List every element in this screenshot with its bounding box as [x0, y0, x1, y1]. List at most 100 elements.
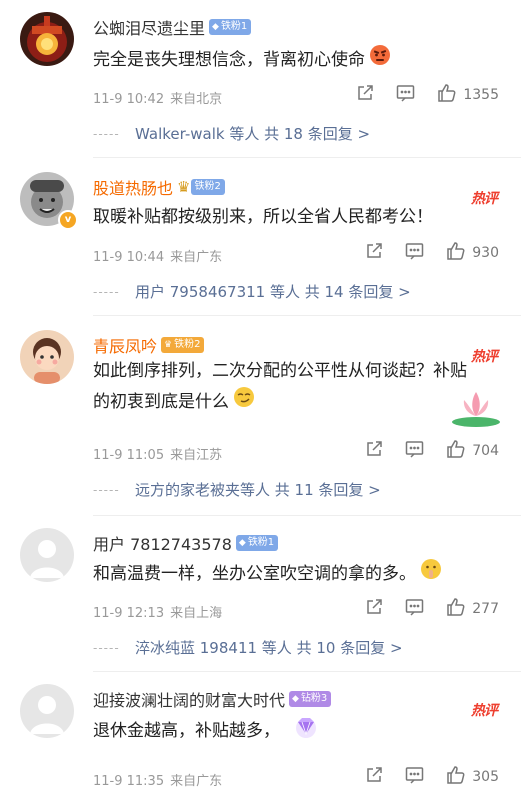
comment-actions: 704	[365, 440, 499, 462]
like-button[interactable]: 930	[446, 241, 499, 265]
username[interactable]: 用户 7812743578	[93, 531, 232, 555]
share-button[interactable]	[365, 766, 383, 788]
comment-actions: 277	[365, 598, 499, 620]
comment-text: 如此倒序排列，二次分配的公平性从何谈起？补贴的初衷到底是什么	[93, 356, 483, 418]
share-icon	[365, 598, 383, 620]
timestamp: 11-9 10:44	[93, 250, 165, 265]
location: 来自广东	[170, 250, 223, 265]
verified-icon: v	[58, 210, 78, 230]
fan-badge-label: 铁粉1	[220, 21, 248, 32]
divider	[93, 515, 521, 516]
avatar[interactable]	[20, 330, 74, 384]
comment-button[interactable]	[405, 766, 424, 788]
lotus-sticker	[449, 384, 503, 432]
angry-face-icon	[369, 44, 391, 76]
avatar[interactable]	[20, 684, 74, 738]
fan-badge[interactable]: ◆ 钻粉3	[289, 691, 332, 707]
comment-text: 取暖补贴都按级别来，所以全省人民都考公！	[93, 207, 433, 227]
comment-text-content: 和高温费一样，坐办公室吹空调的拿的多。	[93, 564, 416, 584]
comment-icon	[405, 766, 424, 788]
comment-icon	[405, 598, 424, 620]
username[interactable]: 公蜘泪尽遗尘里	[93, 15, 205, 39]
fan-badge[interactable]: ◆ 铁粉1	[209, 19, 252, 35]
like-button[interactable]: 305	[446, 765, 499, 789]
like-count: 277	[472, 601, 499, 617]
username[interactable]: 股道热肠也	[93, 175, 173, 199]
location: 来自北京	[170, 92, 223, 107]
fan-badge[interactable]: 铁粉2	[191, 179, 225, 195]
like-button[interactable]: 704	[446, 439, 499, 463]
divider	[93, 671, 521, 672]
divider	[93, 157, 521, 158]
location: 来自上海	[170, 606, 223, 621]
avatar[interactable]	[20, 12, 74, 66]
fan-badge-label: 铁粉2	[174, 339, 201, 350]
like-icon	[437, 83, 457, 107]
reply-dots: -----	[93, 483, 120, 497]
comment-text: 退休金越高，补贴越多，	[93, 714, 498, 748]
timestamp: 11-9 12:13	[93, 606, 165, 621]
smirk-face-icon	[233, 386, 255, 418]
fan-badge-label: 铁粉2	[194, 181, 221, 192]
comment-button[interactable]	[405, 242, 424, 264]
comment-icon	[405, 242, 424, 264]
reply-summary-text: 淬冰纯蓝 198411 等人 共 10 条回复 >	[135, 639, 403, 657]
reply-summary[interactable]: ----- 用户 7958467311 等人 共 14 条回复 >	[93, 276, 521, 308]
comment-text-content: 完全是丧失理想信念，背离初心使命	[93, 50, 365, 70]
fan-badge-label: 钻粉3	[300, 693, 328, 704]
shush-face-icon	[420, 558, 442, 590]
like-icon	[446, 439, 466, 463]
diamond-icon	[292, 714, 320, 748]
share-button[interactable]	[356, 84, 374, 106]
share-button[interactable]	[365, 440, 383, 462]
like-count: 305	[472, 769, 499, 785]
reply-summary-text: 用户 7958467311 等人 共 14 条回复 >	[135, 283, 411, 301]
fan-badge[interactable]: ♛ 铁粉2	[161, 337, 205, 353]
timestamp: 11-9 11:35	[93, 774, 165, 789]
like-count: 1355	[463, 87, 499, 103]
comment-meta: 11-9 12:13 来自上海	[93, 602, 222, 621]
share-icon	[365, 440, 383, 462]
comment-meta: 11-9 10:42 来自北京	[93, 88, 222, 107]
reply-summary[interactable]: ----- Walker-walk 等人 共 18 条回复 >	[93, 118, 521, 150]
comment-text-content: 退休金越高，补贴越多，	[93, 721, 280, 741]
like-count: 930	[472, 245, 499, 261]
location: 来自江苏	[170, 448, 223, 463]
comment-button[interactable]	[396, 84, 415, 106]
username[interactable]: 青辰凤吟	[93, 333, 157, 357]
comment-meta: 11-9 10:44 来自广东	[93, 246, 222, 265]
comment-actions: 1355	[356, 84, 499, 106]
fan-badge-label: 铁粉1	[247, 537, 275, 548]
timestamp: 11-9 10:42	[93, 92, 165, 107]
reply-summary[interactable]: ----- 远方的家老被夹等人 共 11 条回复 >	[93, 474, 521, 506]
diamond-icon: ◆	[292, 694, 299, 704]
crown-icon: ♛	[164, 340, 173, 350]
reply-dots: -----	[93, 641, 120, 655]
comment-button[interactable]	[405, 440, 424, 462]
reply-summary[interactable]: ----- 淬冰纯蓝 198411 等人 共 10 条回复 >	[93, 632, 521, 664]
comment-list: 公蜘泪尽遗尘里 ◆ 铁粉1 完全是丧失理想信念，背离初心使命 11-9 10:42…	[0, 0, 521, 800]
share-button[interactable]	[365, 598, 383, 620]
comment-text: 和高温费一样，坐办公室吹空调的拿的多。	[93, 558, 498, 590]
location: 来自广东	[170, 774, 223, 789]
comment-meta: 11-9 11:05 来自江苏	[93, 444, 222, 463]
share-icon	[365, 242, 383, 264]
reply-summary-text: Walker-walk 等人 共 18 条回复 >	[135, 125, 371, 143]
like-icon	[446, 597, 466, 621]
avatar[interactable]	[20, 528, 74, 582]
share-icon	[356, 84, 374, 106]
username[interactable]: 迎接波澜壮阔的财富大时代	[93, 687, 285, 711]
reply-summary-text: 远方的家老被夹等人 共 11 条回复 >	[135, 481, 381, 499]
diamond-icon: ◆	[238, 538, 246, 548]
reply-dots: -----	[93, 127, 120, 141]
divider	[93, 315, 521, 316]
share-button[interactable]	[365, 242, 383, 264]
share-icon	[365, 766, 383, 788]
like-icon	[446, 241, 466, 265]
comment-button[interactable]	[405, 598, 424, 620]
diamond-icon: ◆	[212, 22, 219, 32]
like-button[interactable]: 277	[446, 597, 499, 621]
fan-badge[interactable]: ◆ 铁粉1	[235, 535, 279, 551]
comment-icon	[405, 440, 424, 462]
like-button[interactable]: 1355	[437, 83, 499, 107]
